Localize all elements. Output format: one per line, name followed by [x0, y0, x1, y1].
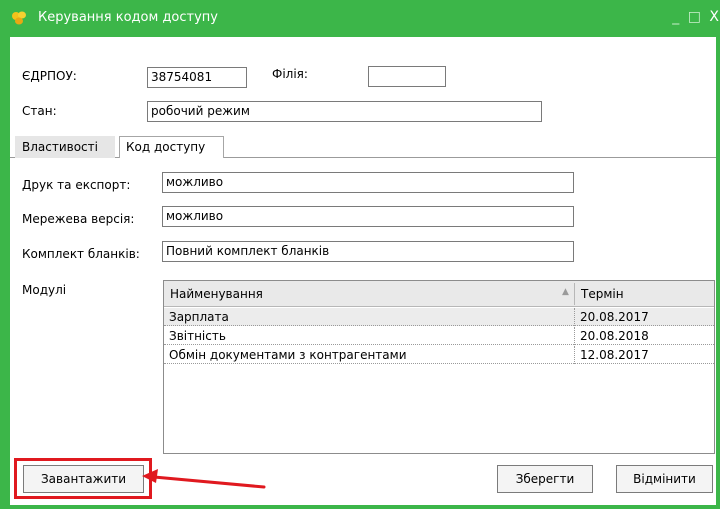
- tab-strip-divider: [10, 157, 716, 158]
- column-header-term[interactable]: Термін: [581, 287, 624, 301]
- tab-vlastyvosti[interactable]: Властивості: [15, 136, 115, 158]
- tab-kod-dostupu[interactable]: Код доступу: [119, 136, 224, 158]
- module-name: Звітність: [169, 329, 226, 343]
- edrpou-field[interactable]: 38754081: [147, 67, 247, 88]
- modules-table[interactable]: Найменування ▲ Термін Зарплата 20.08.201…: [163, 280, 715, 454]
- close-icon[interactable]: X: [709, 9, 720, 25]
- window-controls: _ □ X: [670, 9, 720, 25]
- moduli-label: Модулі: [22, 283, 67, 297]
- stan-label: Стан:: [22, 104, 57, 118]
- filiya-field[interactable]: [368, 66, 446, 87]
- module-term: 12.08.2017: [580, 348, 649, 362]
- app-logo-icon: [12, 11, 26, 25]
- druk-label: Друк та експорт:: [22, 178, 131, 192]
- table-row[interactable]: Обмін документами з контрагентами 12.08.…: [164, 346, 714, 364]
- komplekt-label: Комплект бланків:: [22, 247, 140, 261]
- red-arrow-annotation: [142, 469, 266, 489]
- maximize-icon[interactable]: □: [688, 9, 702, 25]
- komplekt-field[interactable]: Повний комплект бланків: [162, 241, 574, 262]
- minimize-icon[interactable]: _: [672, 9, 680, 25]
- table-row[interactable]: Зарплата 20.08.2017: [164, 308, 714, 326]
- table-row[interactable]: Звітність 20.08.2018: [164, 327, 714, 345]
- column-divider: [574, 283, 575, 305]
- merezheva-field[interactable]: можливо: [162, 206, 574, 227]
- edrpou-label: ЄДРПОУ:: [22, 69, 77, 83]
- load-button[interactable]: Завантажити: [23, 465, 144, 493]
- module-term: 20.08.2017: [580, 310, 649, 324]
- cell-divider: [574, 327, 575, 345]
- druk-field[interactable]: можливо: [162, 172, 574, 193]
- filiya-label: Філія:: [272, 67, 308, 81]
- table-header: Найменування ▲ Термін: [164, 281, 714, 307]
- module-name: Обмін документами з контрагентами: [169, 348, 407, 362]
- cell-divider: [574, 346, 575, 364]
- cancel-button[interactable]: Відмінити: [616, 465, 713, 493]
- save-button[interactable]: Зберегти: [497, 465, 593, 493]
- cell-divider: [574, 308, 575, 326]
- merezheva-label: Мережева версія:: [22, 212, 135, 226]
- sort-ascending-icon: ▲: [562, 287, 569, 297]
- window-title: Керування кодом доступу: [38, 10, 218, 25]
- stan-field[interactable]: робочий режим: [147, 101, 542, 122]
- module-term: 20.08.2018: [580, 329, 649, 343]
- column-header-name[interactable]: Найменування: [170, 287, 263, 301]
- module-name: Зарплата: [169, 310, 229, 324]
- title-bar[interactable]: Керування кодом доступу _ □ X: [0, 0, 720, 37]
